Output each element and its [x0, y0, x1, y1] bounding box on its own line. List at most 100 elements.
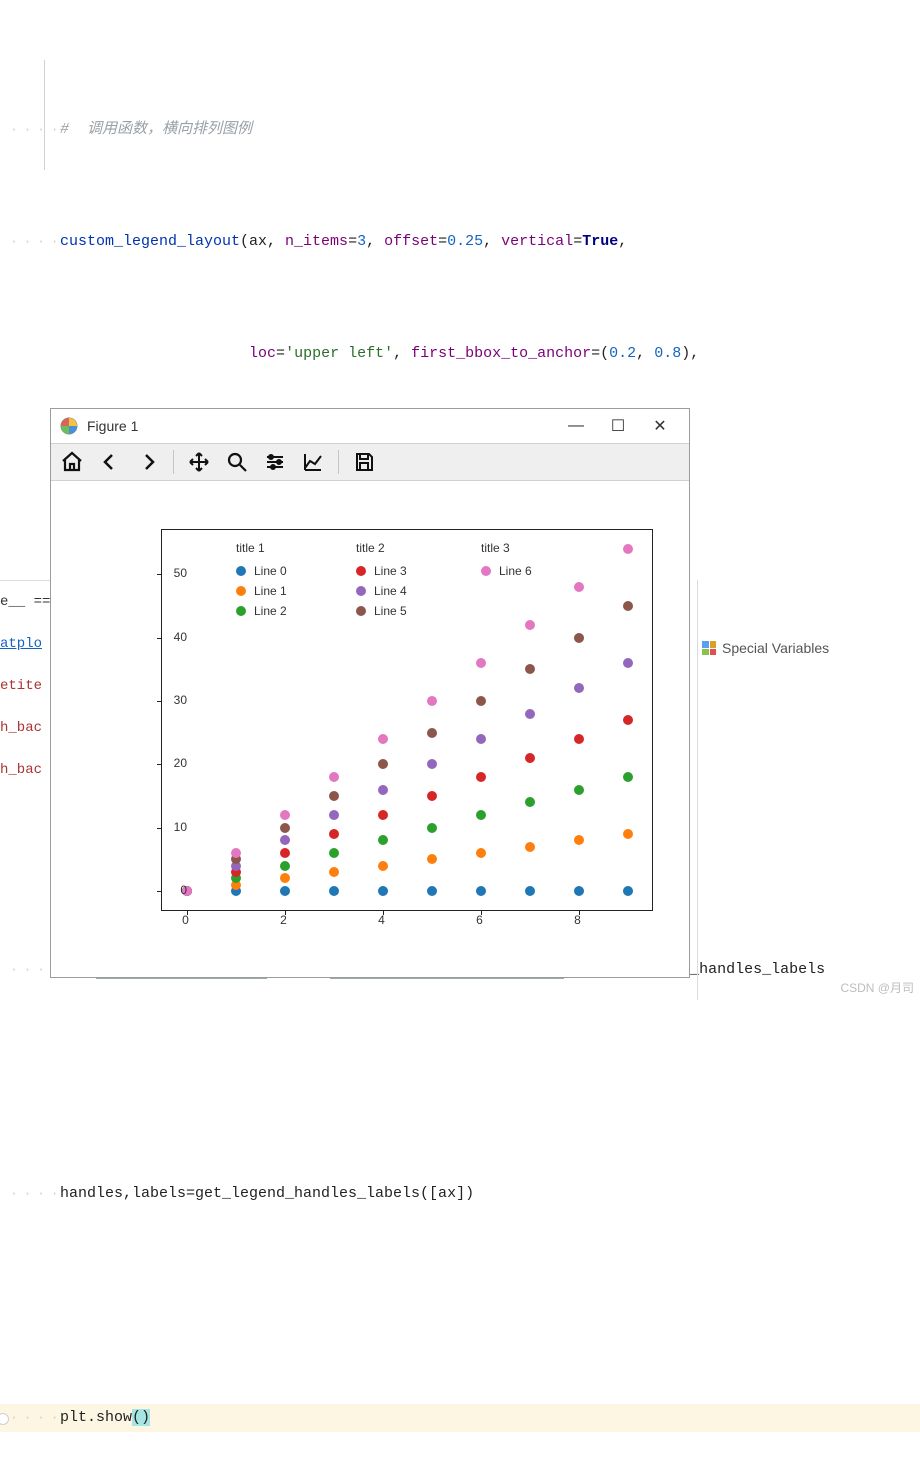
- figure-window: Figure 1 — ☐ ✕ 0102030405002468 title 1L…: [50, 408, 690, 978]
- data-point: [280, 873, 290, 883]
- data-point: [378, 785, 388, 795]
- xtick-label: 6: [476, 913, 483, 927]
- legend-entry: Line 5: [356, 601, 407, 621]
- data-point: [525, 664, 535, 674]
- legend-marker-icon: [236, 606, 246, 616]
- data-point: [525, 797, 535, 807]
- legend-label: Line 1: [254, 584, 287, 598]
- data-point: [378, 886, 388, 896]
- data-point: [623, 544, 633, 554]
- xtick-label: 2: [280, 913, 287, 927]
- ytick-label: 20: [159, 756, 187, 770]
- legend-title: title 1: [236, 541, 287, 555]
- data-point: [378, 810, 388, 820]
- data-point: [427, 791, 437, 801]
- home-button[interactable]: [57, 447, 87, 477]
- configure-button[interactable]: [260, 447, 290, 477]
- toolbar-separator: [173, 450, 174, 474]
- data-point: [329, 791, 339, 801]
- minimize-button[interactable]: —: [555, 417, 597, 435]
- data-point: [329, 886, 339, 896]
- xtick-label: 8: [574, 913, 581, 927]
- data-point: [329, 772, 339, 782]
- pan-button[interactable]: [184, 447, 214, 477]
- debug-row: h_bac: [0, 707, 55, 749]
- xtick-label: 0: [182, 913, 189, 927]
- legend-label: Line 2: [254, 604, 287, 618]
- variables-icon: [702, 641, 716, 655]
- data-point: [476, 848, 486, 858]
- data-point: [623, 886, 633, 896]
- zoom-button[interactable]: [222, 447, 252, 477]
- code-blank: [60, 1068, 920, 1096]
- data-point: [476, 658, 486, 668]
- back-button[interactable]: [95, 447, 125, 477]
- window-titlebar[interactable]: Figure 1 — ☐ ✕: [51, 409, 689, 443]
- ytick-label: 50: [159, 566, 187, 580]
- legend-entry: Line 6: [481, 561, 532, 581]
- data-point: [280, 810, 290, 820]
- legend-label: Line 3: [374, 564, 407, 578]
- legend-marker-icon: [356, 606, 366, 616]
- data-point: [525, 886, 535, 896]
- data-point: [623, 829, 633, 839]
- legend-marker-icon: [236, 586, 246, 596]
- data-point: [574, 835, 584, 845]
- data-point: [427, 728, 437, 738]
- legend-label: Line 5: [374, 604, 407, 618]
- data-point: [476, 696, 486, 706]
- code-line: loc='upper left', first_bbox_to_anchor=(…: [60, 340, 920, 368]
- legend-title: title 2: [356, 541, 407, 555]
- debug-row: h_bac: [0, 749, 55, 791]
- data-point: [476, 734, 486, 744]
- data-point: [427, 886, 437, 896]
- debug-row: atplo: [0, 623, 55, 665]
- data-point: [525, 753, 535, 763]
- save-button[interactable]: [349, 447, 379, 477]
- legend-group: title 3Line 6: [481, 541, 532, 581]
- data-point: [574, 582, 584, 592]
- panel-divider[interactable]: [697, 580, 698, 1000]
- data-point: [525, 842, 535, 852]
- close-button[interactable]: ✕: [639, 416, 681, 436]
- data-point: [378, 759, 388, 769]
- ytick-label: 40: [159, 630, 187, 644]
- debug-row: etite: [0, 665, 55, 707]
- data-point: [427, 823, 437, 833]
- data-point: [329, 829, 339, 839]
- data-point: [476, 886, 486, 896]
- maximize-button[interactable]: ☐: [597, 416, 639, 436]
- special-variables-item[interactable]: Special Variables: [702, 640, 829, 656]
- special-variables-label: Special Variables: [722, 640, 829, 656]
- data-point: [280, 861, 290, 871]
- data-point: [378, 734, 388, 744]
- ytick-label: 10: [159, 820, 187, 834]
- data-point: [378, 835, 388, 845]
- data-point: [623, 658, 633, 668]
- plot-area[interactable]: 0102030405002468 title 1Line 0Line 1Line…: [51, 481, 689, 977]
- legend-entry: Line 1: [236, 581, 287, 601]
- data-point: [525, 709, 535, 719]
- data-point: [280, 835, 290, 845]
- app-icon: [59, 416, 79, 436]
- code-blank: [60, 1292, 920, 1320]
- legend-entry: Line 2: [236, 601, 287, 621]
- window-title: Figure 1: [87, 418, 555, 434]
- watermark: CSDN @月司: [840, 979, 914, 996]
- forward-button[interactable]: [133, 447, 163, 477]
- toolbar-separator: [338, 450, 339, 474]
- data-point: [427, 696, 437, 706]
- edit-axes-button[interactable]: [298, 447, 328, 477]
- fold-guide: [44, 60, 45, 170]
- data-point: [574, 633, 584, 643]
- data-point: [476, 772, 486, 782]
- data-point: [623, 772, 633, 782]
- data-point: [329, 848, 339, 858]
- legend-entry: Line 4: [356, 581, 407, 601]
- code-line: handles,labels=get_legend_handles_labels…: [60, 1180, 920, 1208]
- data-point: [574, 785, 584, 795]
- xtick-label: 4: [378, 913, 385, 927]
- data-point: [574, 683, 584, 693]
- code-line: plt.show(): [60, 1404, 920, 1432]
- data-point: [378, 861, 388, 871]
